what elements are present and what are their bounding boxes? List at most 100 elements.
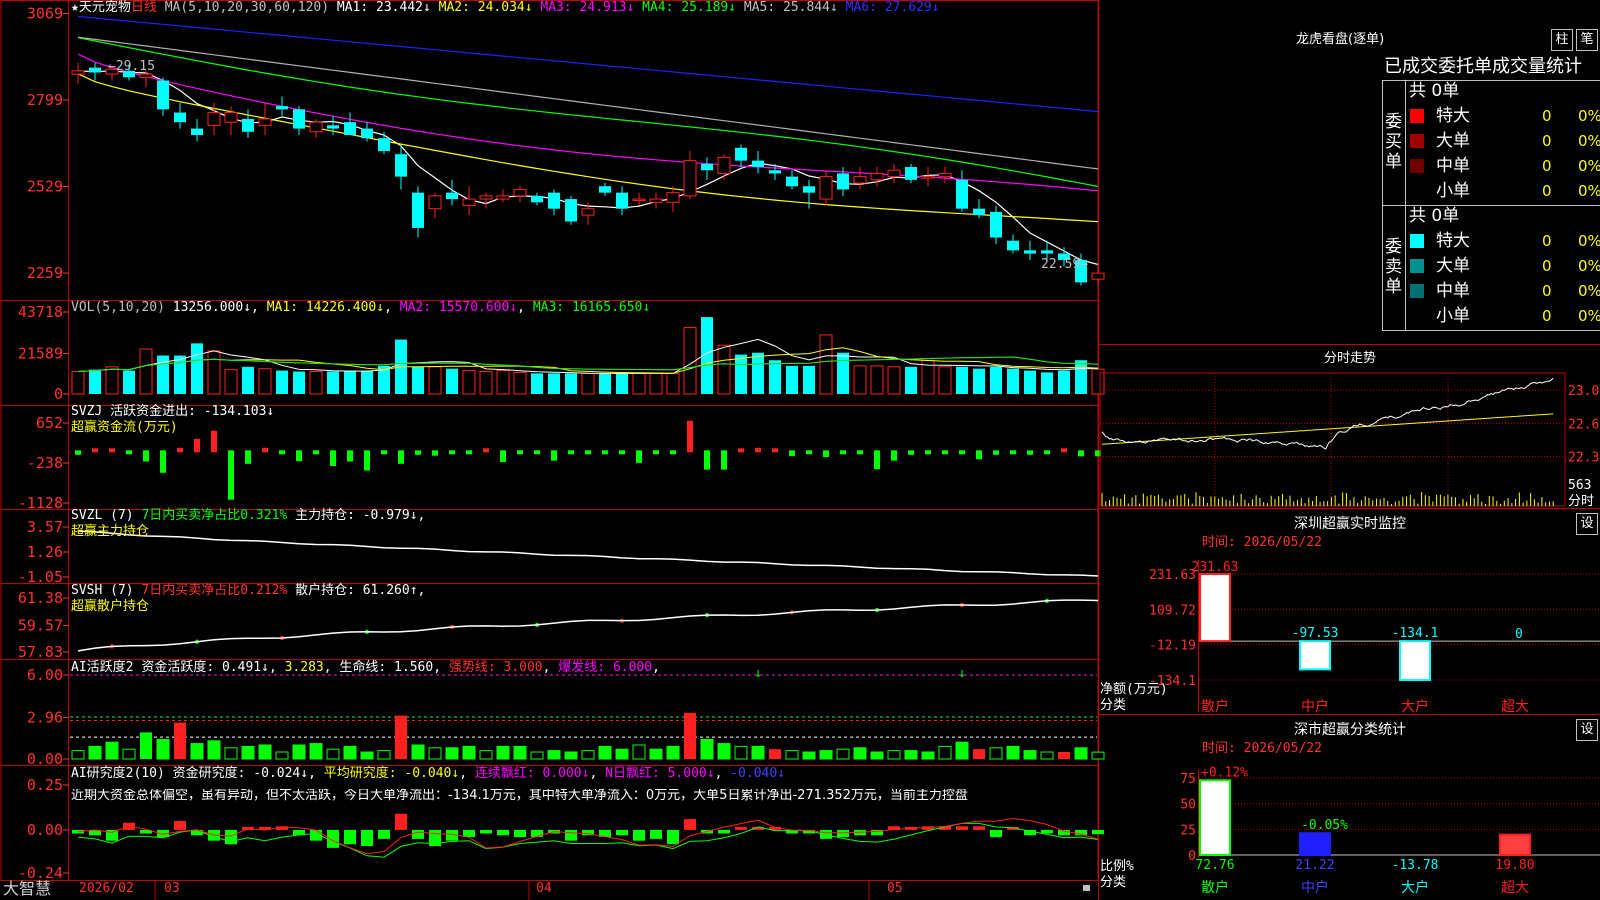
svzj-bar — [636, 450, 642, 463]
tick-mode-button[interactable]: 笔 — [1576, 29, 1598, 51]
ai-active-bar — [479, 750, 493, 760]
candle-down — [344, 122, 356, 135]
svzj-bar — [1027, 450, 1033, 455]
brand-label: 大智慧 — [3, 879, 52, 898]
svzj-bar — [823, 450, 829, 458]
ai-active-bar — [887, 750, 901, 760]
ai-active-bar — [802, 751, 816, 760]
candle-down — [361, 128, 373, 139]
volume-bar-up — [717, 344, 731, 395]
ai-active-bar — [122, 748, 136, 760]
ai-active-bar — [1058, 752, 1070, 759]
volume-bar-up — [581, 372, 595, 395]
svzj-bar — [993, 450, 999, 455]
buy-row-pct: 0% — [1578, 107, 1600, 125]
stats-title: 深市超赢分类统计 — [1294, 721, 1406, 738]
vol-ma1: MA1: 14226.400↓ — [266, 300, 385, 315]
svzj-bar — [92, 448, 98, 453]
ai-active-header: AI活跃度2 资金活跃度: 0.491↓, 3.283, 生命线: 1.560,… — [71, 660, 660, 675]
monitor-category: 大户 — [1401, 698, 1429, 715]
volume-bar-up — [462, 370, 476, 395]
candle-down — [378, 138, 390, 151]
ai-active-bar — [836, 748, 850, 760]
candle-up — [513, 188, 527, 197]
ai-research-bar — [667, 829, 679, 845]
stats-tick-label: 50 — [1180, 798, 1196, 813]
ai-active-bar — [853, 747, 867, 760]
ai-active-text4: 强势线: 3.000 — [448, 660, 543, 675]
star-icon: ★ — [71, 0, 79, 15]
buy-total: 共 0单 — [1409, 81, 1460, 101]
stats-settings-button[interactable]: 设 — [1576, 719, 1598, 741]
ai-signal-arrow: ↓ — [754, 666, 762, 681]
ai-research-text1: 资金研究度: -0.024↓ — [172, 766, 309, 781]
volume-tick-label: 0 — [54, 385, 63, 403]
stats-bar — [1199, 779, 1231, 857]
stats-category: 超大 — [1501, 880, 1529, 896]
monitor-time: 时间: 2026/05/22 — [1202, 535, 1322, 550]
ai-active-bar — [921, 751, 935, 760]
ma3-value: MA3: 24.913↓ — [540, 0, 635, 15]
candle-up — [853, 176, 867, 184]
price-tick-label: 2259 — [27, 264, 63, 282]
ai-active-bar — [1074, 747, 1088, 760]
sell-total: 共 0单 — [1409, 206, 1460, 226]
svzj-bar — [177, 447, 183, 453]
candle-down — [446, 192, 458, 200]
stats-tick-label: 25 — [1180, 823, 1196, 838]
volume-bar-up — [666, 372, 680, 395]
svzj-bar — [1044, 450, 1050, 455]
market-chart[interactable]: 3069 2799 2529 2259 ←29.15 22.59→ 43718 21589 0 6… — [0, 0, 1600, 900]
svzj-bar — [483, 448, 489, 453]
ai-active-bar — [326, 748, 340, 760]
volume-bar-down — [803, 365, 815, 394]
column-mode-button[interactable]: 柱 — [1551, 29, 1573, 51]
stats-tab-header[interactable]: 已成交委托单成交量统计 — [1384, 56, 1600, 78]
ai-active-tick-label: 6.00 — [27, 666, 63, 684]
volume-bar-down — [412, 366, 424, 394]
candle-down — [735, 147, 747, 161]
candle-up — [207, 112, 221, 126]
monitor-bar — [1199, 573, 1231, 643]
ai-active-bar — [989, 747, 1003, 760]
stats-change-label: +0.12% — [1201, 765, 1248, 780]
svsh-ratio: 7日内买卖净占比0.212% — [141, 583, 288, 598]
ai-research-bar — [361, 829, 373, 847]
ai-research-bar — [1092, 829, 1104, 835]
svzj-bar — [721, 450, 727, 470]
ai-active-text1: 资金活跃度: 0.491↓ — [141, 660, 269, 675]
volume-bar-up — [258, 368, 272, 395]
candle-up — [462, 198, 476, 206]
volume-bar-down — [1007, 368, 1019, 394]
ai-active-bar — [581, 750, 595, 760]
svzj-bar — [449, 450, 455, 455]
ai-active-bar — [1006, 745, 1020, 760]
ai-active-bar — [411, 744, 425, 760]
candle-down — [769, 170, 781, 174]
xaxis-march-label: 03 — [164, 881, 180, 896]
svzj-bar — [772, 448, 778, 453]
ai-active-bar — [88, 745, 102, 760]
svzj-bar — [415, 450, 421, 455]
monitor-xtitle: 分类 — [1100, 698, 1126, 713]
ai-active-text2: 3.283 — [284, 660, 324, 675]
candle-down — [837, 173, 849, 190]
ai-research-bar — [633, 829, 645, 841]
svsh-tick-label: 59.57 — [18, 617, 63, 635]
ai-research-bar — [956, 826, 968, 830]
svsh-name: SVSH (7) — [71, 583, 134, 598]
candle-up — [887, 169, 901, 178]
ai-active-bar — [769, 749, 781, 759]
period-label[interactable]: 日线 — [131, 0, 157, 15]
candle-up — [921, 176, 935, 179]
candle-down — [565, 199, 577, 222]
ai-research-text5: -0.040↓ — [730, 766, 786, 781]
buy-row-pct: 0% — [1578, 182, 1600, 200]
intraday-tick-label: 22.32 — [1568, 451, 1600, 466]
ai-research-bar — [990, 829, 1002, 838]
monitor-settings-button[interactable]: 设 — [1576, 513, 1598, 535]
svzj-bar — [245, 450, 251, 464]
volume-bar-down — [361, 370, 373, 394]
ai-active-bar — [870, 751, 884, 760]
ai-research-bar — [378, 829, 390, 839]
